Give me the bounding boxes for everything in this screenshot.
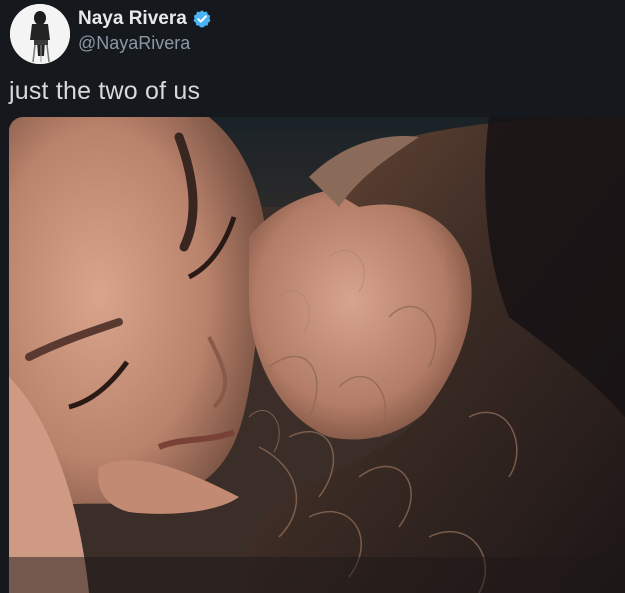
author-handle[interactable]: @NayaRivera <box>78 33 190 54</box>
tweet-text: just the two of us <box>9 77 201 105</box>
avatar-image <box>10 4 70 64</box>
verified-badge-icon <box>192 9 212 29</box>
author-name-row: Naya Rivera <box>78 8 212 30</box>
photo-image <box>9 117 625 593</box>
author-avatar[interactable] <box>10 4 70 64</box>
author-name[interactable]: Naya Rivera <box>78 8 187 30</box>
tweet-card: Naya Rivera @NayaRivera just the two of … <box>0 0 625 593</box>
tweet-photo[interactable] <box>9 117 625 593</box>
